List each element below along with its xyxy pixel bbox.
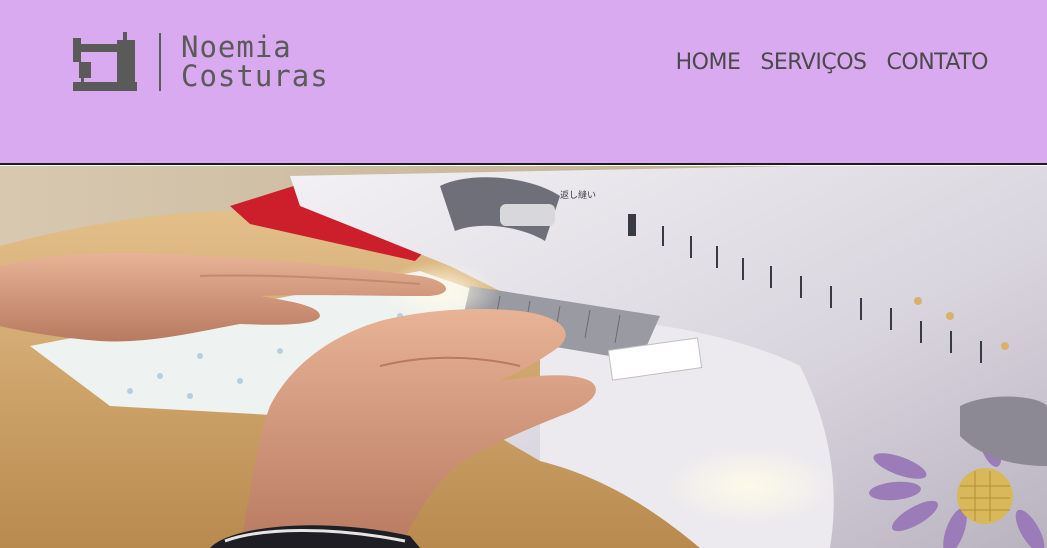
sewing-machine-photo: 返し縫い xyxy=(0,166,1047,548)
nav-servicos[interactable]: SERVIÇOS xyxy=(760,50,867,75)
logo-divider xyxy=(159,33,161,91)
site-header: Noemia Costuras HOME SERVIÇOS CONTATO xyxy=(0,0,1047,165)
brand-name: Noemia Costuras xyxy=(181,33,329,91)
nav-home[interactable]: HOME xyxy=(676,50,741,75)
brand-logo[interactable]: Noemia Costuras xyxy=(73,32,329,92)
main-nav: HOME SERVIÇOS CONTATO xyxy=(676,50,989,75)
nav-contato[interactable]: CONTATO xyxy=(887,50,989,75)
brand-line-1: Noemia xyxy=(181,30,292,64)
brand-line-2: Costuras xyxy=(181,59,329,93)
hero-image: 返し縫い xyxy=(0,166,1047,548)
sewing-machine-icon xyxy=(73,32,137,91)
machine-label: 返し縫い xyxy=(560,189,596,201)
